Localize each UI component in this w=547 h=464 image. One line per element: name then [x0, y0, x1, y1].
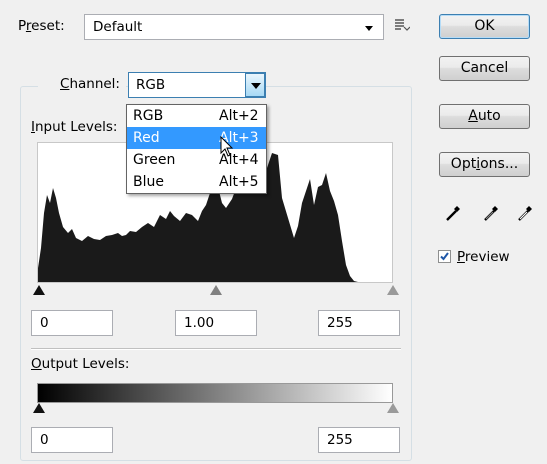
levels-dialog: { "preset": {"label_pre": "P", "label_ul…: [0, 0, 547, 464]
preset-label: Preset:: [18, 18, 65, 34]
output-levels-label: Output Levels:: [31, 356, 130, 372]
auto-button[interactable]: Auto: [439, 104, 530, 129]
preview-checkbox[interactable]: [438, 250, 451, 263]
checkmark-icon: [440, 252, 449, 261]
channel-value: RGB: [136, 77, 166, 93]
channel-option-rgb[interactable]: RGB Alt+2: [127, 105, 266, 127]
black-point-slider[interactable]: [33, 285, 45, 295]
input-levels-label: Input Levels:: [31, 119, 118, 135]
preset-menu-icon[interactable]: [394, 18, 411, 32]
channel-option-green[interactable]: Green Alt+4: [127, 149, 266, 171]
output-white-field[interactable]: 255: [318, 427, 400, 453]
gamma-slider[interactable]: [210, 285, 222, 295]
preset-select[interactable]: Default: [84, 14, 384, 40]
cancel-button[interactable]: Cancel: [439, 56, 530, 81]
input-gamma-field[interactable]: 1.00: [175, 310, 257, 336]
output-gradient: [37, 383, 393, 403]
black-eyedropper-icon[interactable]: [444, 202, 462, 226]
options-button[interactable]: Options...: [439, 152, 530, 177]
input-white-field[interactable]: 255: [318, 310, 400, 336]
channel-dropdown-list: RGB Alt+2 Red Alt+3 Green Alt+4 Blue Alt+5: [126, 104, 267, 194]
dropdown-arrow-icon[interactable]: [245, 73, 265, 97]
preview-label: Preview: [457, 249, 510, 265]
ok-button[interactable]: OK: [439, 14, 530, 39]
separator: [31, 348, 401, 350]
output-black-slider[interactable]: [33, 403, 45, 413]
white-eyedropper-icon[interactable]: [516, 202, 534, 226]
channel-option-red[interactable]: Red Alt+3: [127, 127, 266, 149]
preset-value: Default: [93, 19, 143, 35]
white-point-slider[interactable]: [387, 285, 399, 295]
output-black-field[interactable]: 0: [31, 427, 113, 453]
output-white-slider[interactable]: [387, 403, 399, 413]
channel-option-blue[interactable]: Blue Alt+5: [127, 171, 266, 193]
gray-eyedropper-icon[interactable]: [482, 202, 500, 226]
channel-label: Channel:: [38, 76, 126, 92]
mouse-cursor-icon: [220, 135, 234, 162]
input-black-field[interactable]: 0: [31, 310, 113, 336]
chevron-down-icon: [365, 26, 373, 31]
